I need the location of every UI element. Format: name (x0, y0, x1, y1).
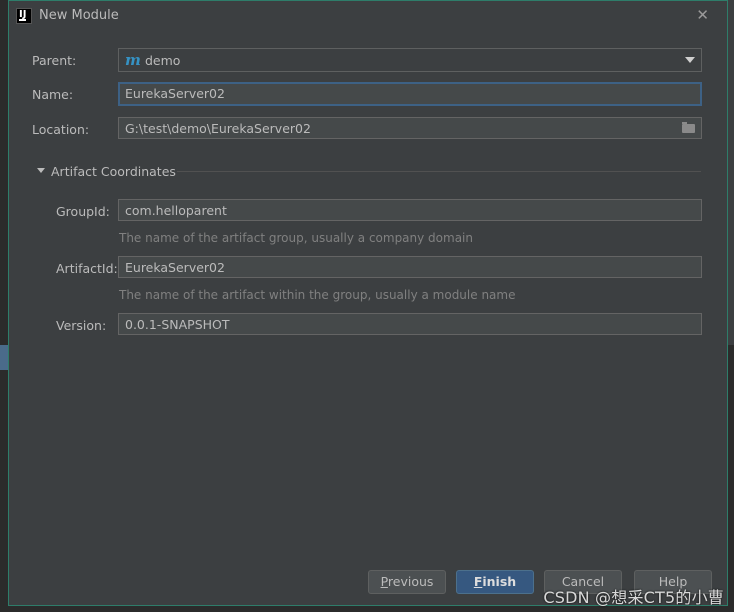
close-icon[interactable]: ✕ (696, 6, 709, 24)
artifactid-input[interactable]: EurekaServer02 (118, 256, 702, 278)
new-module-dialog: IJ New Module ✕ Parent: m demo Name: Eur… (8, 0, 728, 606)
section-separator (177, 171, 701, 172)
background-window-edge-right (728, 345, 734, 612)
csdn-watermark: CSDN @想采CT5的小曹 (543, 588, 724, 607)
location-value: G:\test\demo\EurekaServer02 (125, 121, 311, 136)
previous-button[interactable]: Previous (368, 570, 446, 594)
name-label: Name: (32, 87, 74, 102)
background-selection-strip (0, 345, 8, 370)
intellij-app-icon: IJ (16, 8, 32, 24)
finish-button[interactable]: Finish (456, 570, 534, 594)
version-input[interactable]: 0.0.1-SNAPSHOT (118, 313, 702, 335)
groupid-input[interactable]: com.helloparent (118, 199, 702, 221)
background-window-edge (0, 0, 8, 612)
artifact-coordinates-header[interactable]: Artifact Coordinates (51, 164, 176, 179)
parent-value: demo (145, 53, 181, 68)
maven-icon: m (125, 51, 141, 69)
artifactid-hint: The name of the artifact within the grou… (119, 288, 516, 302)
version-label: Version: (56, 318, 107, 333)
parent-label: Parent: (32, 53, 77, 68)
location-input[interactable]: G:\test\demo\EurekaServer02 (118, 117, 702, 139)
location-label: Location: (32, 122, 90, 137)
artifactid-label: ArtifactId: (56, 261, 118, 276)
folder-icon[interactable] (682, 122, 695, 133)
parent-select[interactable]: m demo (118, 48, 702, 72)
chevron-down-icon[interactable] (685, 57, 695, 63)
dialog-title: New Module (39, 8, 119, 23)
title-bar[interactable]: IJ New Module ✕ (9, 1, 727, 32)
groupid-label: GroupId: (56, 204, 110, 219)
groupid-hint: The name of the artifact group, usually … (119, 231, 473, 245)
name-input[interactable]: EurekaServer02 (118, 82, 702, 106)
collapse-triangle-icon[interactable] (37, 168, 45, 173)
